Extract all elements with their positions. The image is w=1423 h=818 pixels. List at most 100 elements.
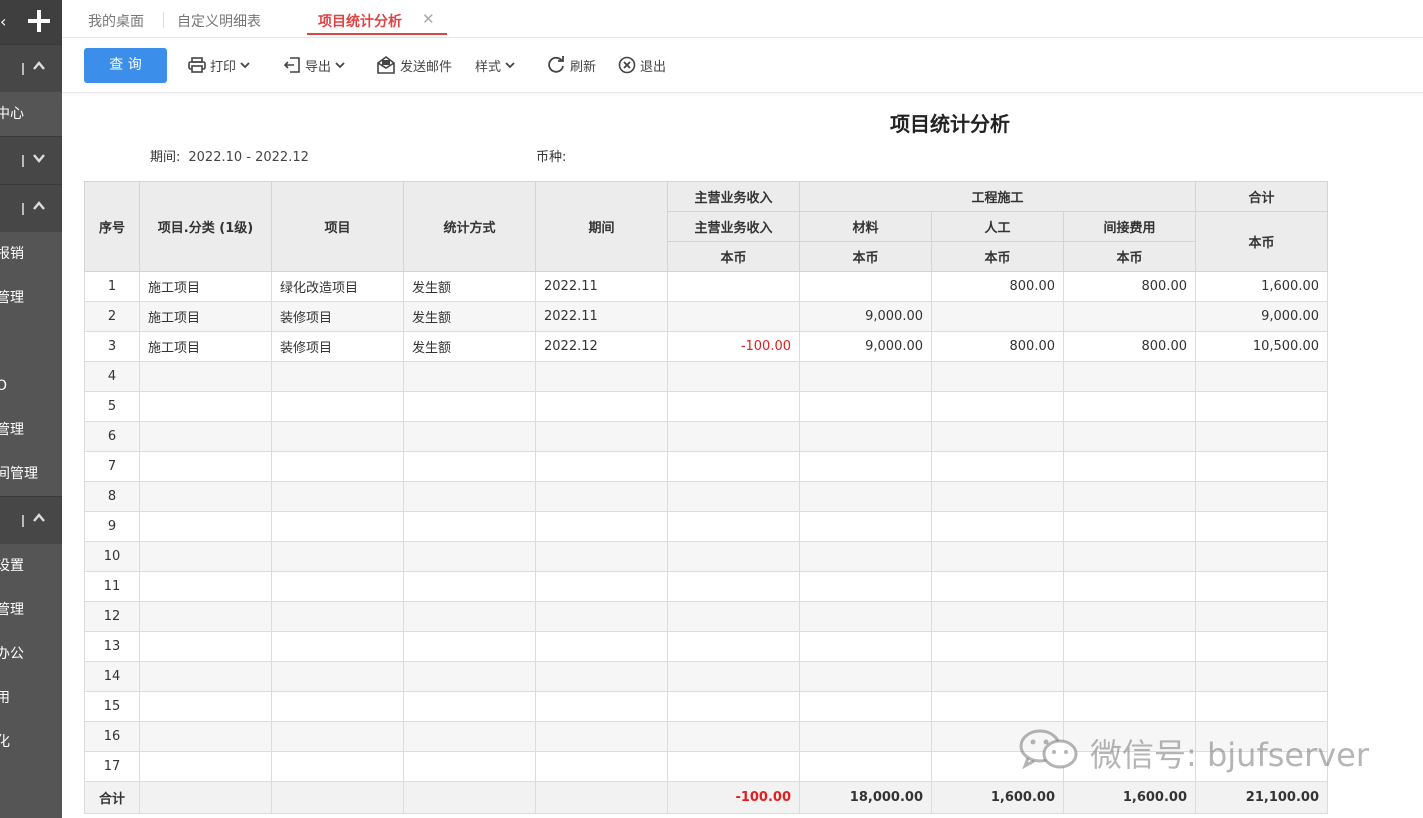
totals-total[interactable]: 21,100.00 <box>1195 781 1328 814</box>
table-cell-labor[interactable] <box>931 631 1064 662</box>
table-cell-income[interactable] <box>667 571 800 602</box>
table-cell-material[interactable]: 9,000.00 <box>799 301 932 332</box>
table-cell-project[interactable]: 装修项目 <box>271 301 404 332</box>
table-cell-material[interactable] <box>799 361 932 392</box>
table-cell-labor[interactable] <box>931 391 1064 422</box>
header-material[interactable]: 材料 <box>799 211 932 242</box>
print-button[interactable]: 打印 <box>188 54 250 76</box>
table-cell[interactable] <box>535 781 668 814</box>
table-cell-category[interactable] <box>139 571 272 602</box>
tab-custom-detail[interactable]: 自定义明细表 <box>177 11 261 31</box>
tab-desktop[interactable]: 我的桌面 <box>88 11 144 31</box>
header-indirect[interactable]: 间接费用 <box>1063 211 1196 242</box>
table-cell-category[interactable] <box>139 541 272 572</box>
table-cell-category[interactable]: 施工项目 <box>139 331 272 362</box>
table-cell-seq[interactable]: 16 <box>84 721 140 752</box>
table-cell-labor[interactable] <box>931 481 1064 512</box>
table-cell-labor[interactable] <box>931 511 1064 542</box>
sidebar-item-blank[interactable] <box>0 320 62 364</box>
table-cell-indirect[interactable] <box>1063 631 1196 662</box>
table-cell-indirect[interactable] <box>1063 421 1196 452</box>
table-cell-indirect[interactable] <box>1063 451 1196 482</box>
table-cell-material[interactable] <box>799 751 932 782</box>
table-cell-method[interactable] <box>403 421 536 452</box>
table-cell-income[interactable] <box>667 271 800 302</box>
close-icon[interactable]: ✕ <box>422 10 435 28</box>
table-cell-project[interactable] <box>271 571 404 602</box>
table-cell-project[interactable] <box>271 481 404 512</box>
table-cell-seq[interactable]: 14 <box>84 661 140 692</box>
table-cell-material[interactable] <box>799 271 932 302</box>
table-cell-project[interactable] <box>271 751 404 782</box>
table-cell-method[interactable] <box>403 631 536 662</box>
table-cell-total[interactable] <box>1195 661 1328 692</box>
header-category[interactable]: 项目.分类 (1级) <box>139 181 272 272</box>
table-cell-total[interactable] <box>1195 691 1328 722</box>
table-cell-project[interactable] <box>271 601 404 632</box>
table-cell-indirect[interactable] <box>1063 511 1196 542</box>
table-cell-total[interactable] <box>1195 541 1328 572</box>
table-cell-seq[interactable]: 1 <box>84 271 140 302</box>
table-cell-category[interactable] <box>139 451 272 482</box>
table-cell-method[interactable] <box>403 481 536 512</box>
table-cell-income[interactable] <box>667 751 800 782</box>
table-cell-category[interactable] <box>139 421 272 452</box>
style-button[interactable]: 样式 <box>475 54 515 76</box>
table-cell-period[interactable] <box>535 541 668 572</box>
table-cell-total[interactable]: 10,500.00 <box>1195 331 1328 362</box>
table-cell-method[interactable] <box>403 661 536 692</box>
table-cell-period[interactable]: 2022.12 <box>535 331 668 362</box>
table-cell-total[interactable] <box>1195 571 1328 602</box>
table-cell[interactable] <box>139 781 272 814</box>
table-row[interactable]: 7 <box>84 451 1328 482</box>
table-cell-category[interactable] <box>139 361 272 392</box>
table-cell-labor[interactable] <box>931 361 1064 392</box>
table-cell-method[interactable] <box>403 391 536 422</box>
sidebar-item[interactable]: 管理 <box>0 408 62 452</box>
table-cell-material[interactable] <box>799 481 932 512</box>
table-cell-income[interactable] <box>667 661 800 692</box>
table-row[interactable]: 8 <box>84 481 1328 512</box>
table-cell-labor[interactable] <box>931 421 1064 452</box>
table-cell-seq[interactable]: 10 <box>84 541 140 572</box>
table-row[interactable]: 15 <box>84 691 1328 722</box>
table-cell-income[interactable] <box>667 691 800 722</box>
sidebar-item[interactable]: 用 <box>0 676 62 720</box>
exit-button[interactable]: 退出 <box>618 54 666 76</box>
table-cell-income[interactable] <box>667 601 800 632</box>
table-cell-project[interactable] <box>271 541 404 572</box>
table-row[interactable]: 11 <box>84 571 1328 602</box>
table-cell-total[interactable] <box>1195 391 1328 422</box>
table-cell-method[interactable]: 发生额 <box>403 331 536 362</box>
table-cell-project[interactable] <box>271 421 404 452</box>
table-cell-income[interactable] <box>667 301 800 332</box>
table-cell-material[interactable] <box>799 661 932 692</box>
table-cell-period[interactable] <box>535 451 668 482</box>
table-cell-labor[interactable]: 800.00 <box>931 271 1064 302</box>
table-cell-total[interactable] <box>1195 631 1328 662</box>
table-cell-project[interactable]: 绿化改造项目 <box>271 271 404 302</box>
table-row[interactable]: 3 施工项目 装修项目 发生额 2022.12 -100.00 9,000.00 800.00… <box>84 331 1328 362</box>
table-cell-labor[interactable] <box>931 661 1064 692</box>
table-cell-method[interactable] <box>403 721 536 752</box>
table-cell-material[interactable] <box>799 511 932 542</box>
table-cell-project[interactable] <box>271 661 404 692</box>
sidebar-item[interactable]: 设置 <box>0 544 62 588</box>
table-cell-category[interactable]: 施工项目 <box>139 271 272 302</box>
table-cell-category[interactable] <box>139 391 272 422</box>
table-cell-method[interactable]: 发生额 <box>403 301 536 332</box>
table-cell-income[interactable] <box>667 721 800 752</box>
table-cell-seq[interactable]: 8 <box>84 481 140 512</box>
table-cell-method[interactable] <box>403 361 536 392</box>
table-row[interactable]: 5 <box>84 391 1328 422</box>
table-cell-material[interactable] <box>799 391 932 422</box>
send-mail-button[interactable]: 发送邮件 <box>376 54 452 76</box>
table-cell-total[interactable] <box>1195 511 1328 542</box>
sidebar-group-toggle[interactable] <box>0 496 62 544</box>
table-cell-period[interactable] <box>535 751 668 782</box>
totals-material[interactable]: 18,000.00 <box>799 781 932 814</box>
table-row[interactable]: 10 <box>84 541 1328 572</box>
table-cell-indirect[interactable] <box>1063 571 1196 602</box>
table-cell-labor[interactable] <box>931 301 1064 332</box>
table-cell-material[interactable] <box>799 571 932 602</box>
